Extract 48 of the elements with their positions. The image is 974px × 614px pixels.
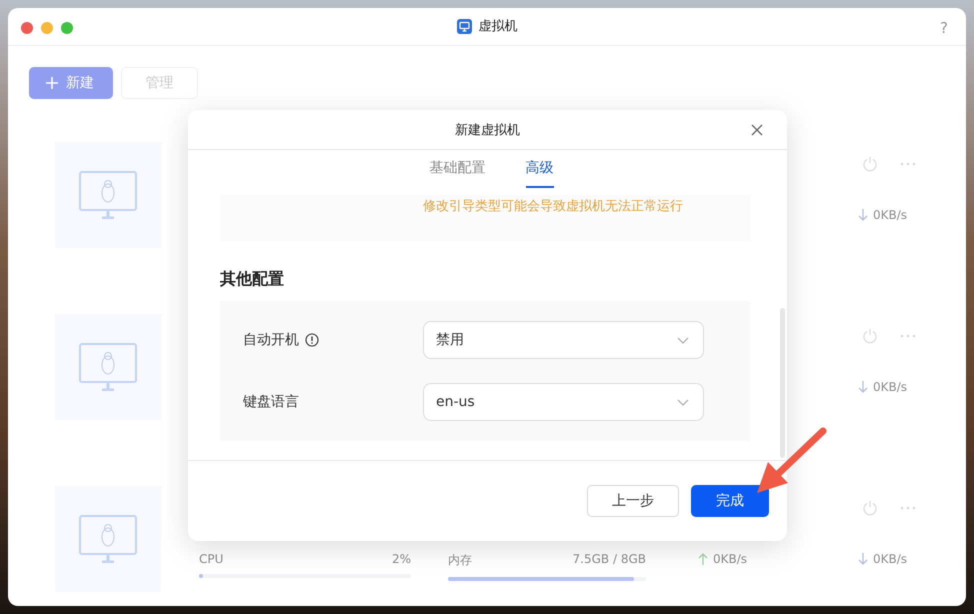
monitor-penguin-icon: [79, 171, 137, 219]
power-icon[interactable]: [862, 156, 878, 172]
monitor-app-icon: [456, 18, 472, 34]
download-arrow-icon: [858, 553, 868, 565]
memory-value: 7.5GB / 8GB: [572, 552, 646, 568]
download-arrow-icon: [858, 209, 868, 221]
download-speed: 0KB/s: [873, 380, 908, 394]
dropdown-select[interactable]: 禁用: [423, 321, 704, 359]
power-icon[interactable]: [862, 500, 878, 516]
monitor-penguin-icon: [79, 343, 137, 391]
chevron-down-icon: [677, 336, 689, 344]
scrollbar-thumb[interactable]: [780, 308, 785, 458]
help-button[interactable]: ?: [940, 18, 948, 36]
dialog-tab[interactable]: 基础配置: [430, 150, 486, 188]
zoom-window-button[interactable]: [61, 22, 73, 34]
section-title: 其他配置: [220, 269, 285, 290]
annotation-arrow: [757, 428, 826, 493]
dialog-tab[interactable]: 高级: [526, 150, 554, 188]
close-icon[interactable]: [751, 124, 763, 136]
vm-thumbnail[interactable]: [55, 314, 161, 420]
download-speed: 0KB/s: [873, 208, 908, 222]
window-title: 虚拟机: [478, 18, 518, 35]
dropdown-select[interactable]: en-us: [423, 383, 704, 421]
vm-thumbnail[interactable]: [55, 142, 161, 248]
field-label: 自动开机: [243, 331, 299, 349]
power-icon[interactable]: [862, 328, 878, 344]
more-icon[interactable]: [900, 162, 916, 166]
warning-text: 修改引导类型可能会导致虚拟机无法正常运行: [423, 199, 683, 214]
dialog-title: 新建虚拟机: [455, 122, 520, 138]
plus-icon: [46, 77, 58, 89]
chevron-down-icon: [677, 398, 689, 406]
field-label: 键盘语言: [243, 393, 299, 411]
close-window-button[interactable]: [21, 22, 33, 34]
cpu-value: 2%: [392, 552, 411, 566]
upload-arrow-icon: [698, 553, 708, 565]
more-icon[interactable]: [900, 506, 916, 510]
download-arrow-icon: [858, 381, 868, 393]
cpu-label: CPU: [199, 552, 224, 566]
download-speed: 0KB/s: [873, 552, 908, 566]
info-icon[interactable]: [305, 333, 319, 347]
previous-step-button[interactable]: 上一步: [587, 485, 679, 517]
monitor-penguin-icon: [79, 515, 137, 563]
vm-thumbnail[interactable]: [55, 486, 161, 592]
more-icon[interactable]: [900, 334, 916, 338]
finish-button[interactable]: 完成: [691, 485, 769, 517]
minimize-window-button[interactable]: [41, 22, 53, 34]
upload-speed: 0KB/s: [713, 552, 748, 566]
memory-label: 内存: [448, 552, 472, 569]
